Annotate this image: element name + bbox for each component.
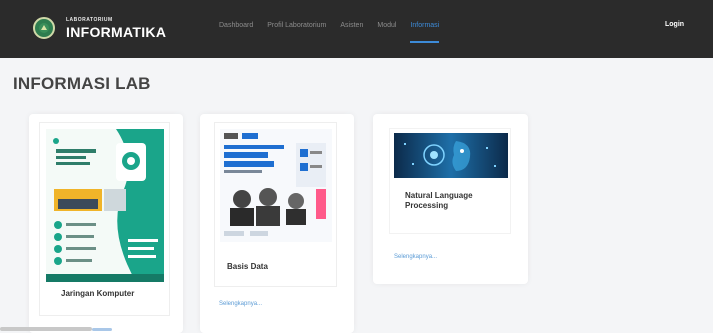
info-card-basis-data[interactable]: Basis Data Selengkapnya... (200, 114, 354, 333)
nav-item-dashboard[interactable]: Dashboard (219, 22, 253, 29)
card-title: Natural Language Processing (405, 191, 473, 210)
poster-nlp-icon (394, 133, 508, 178)
nav-item-modul[interactable]: Modul (377, 22, 396, 29)
brand-title: INFORMATIKA (66, 23, 167, 40)
horizontal-scrollbar[interactable] (0, 327, 92, 331)
nav-menu: Dashboard Profil Laboratorium Asisten Mo… (219, 22, 439, 43)
info-card-jaringan-komputer[interactable]: Jaringan Komputer (29, 114, 183, 333)
scrollbar-accent (92, 328, 112, 331)
brand[interactable]: LABORATORIUM INFORMATIKA (33, 14, 166, 42)
info-card-nlp[interactable]: Natural Language Processing Selengkapnya… (373, 114, 528, 284)
read-more-link[interactable]: Selengkapnya... (394, 254, 437, 260)
poster-jaringan-komputer-icon (46, 129, 164, 282)
card-inner: Natural Language Processing (389, 128, 511, 234)
page-title: INFORMASI LAB (13, 74, 151, 93)
nav-item-informasi[interactable]: Informasi (410, 22, 439, 43)
lab-logo-icon (33, 17, 55, 39)
card-inner: Jaringan Komputer (39, 122, 170, 316)
brand-text: LABORATORIUM INFORMATIKA (66, 16, 167, 40)
poster-basis-data-icon (220, 129, 332, 242)
read-more-link[interactable]: Selengkapnya... (219, 301, 262, 307)
nav-item-profil-laboratorium[interactable]: Profil Laboratorium (267, 22, 326, 29)
card-title: Basis Data (227, 262, 268, 271)
card-title: Jaringan Komputer (61, 289, 135, 298)
navbar: LABORATORIUM INFORMATIKA Dashboard Profi… (0, 0, 713, 58)
brand-subtitle: LABORATORIUM (66, 16, 113, 23)
login-link[interactable]: Login (665, 21, 684, 28)
card-inner: Basis Data (214, 122, 337, 287)
nav-item-asisten[interactable]: Asisten (340, 22, 363, 29)
